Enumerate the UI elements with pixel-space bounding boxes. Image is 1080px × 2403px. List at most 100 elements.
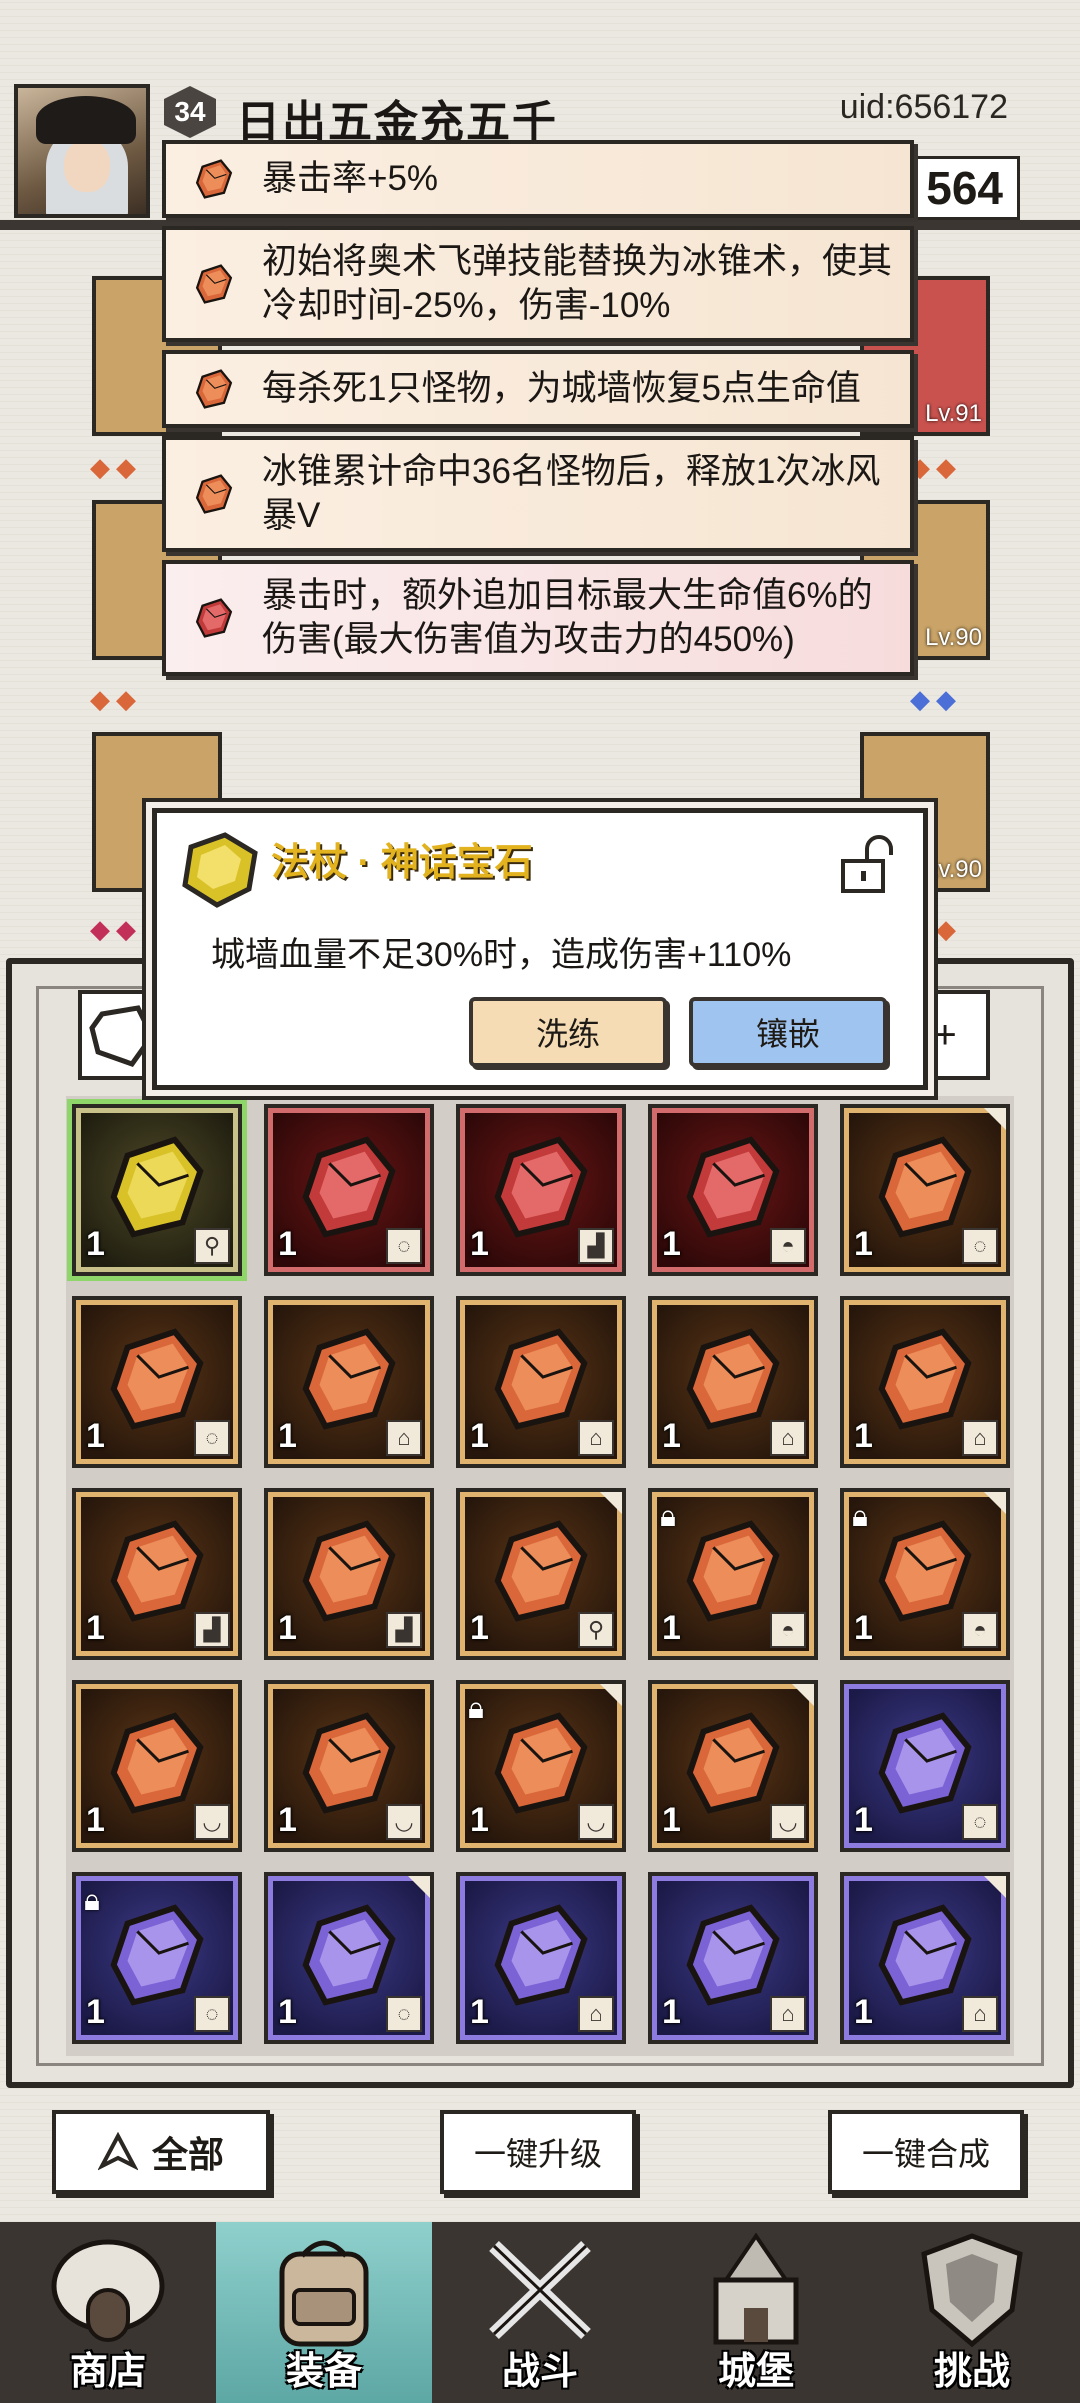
- upgrade-all-button[interactable]: 一键升级: [440, 2110, 636, 2194]
- effect-item: 冰锥累计命中36名怪物后，释放1次冰风暴V: [162, 436, 914, 552]
- nav-label: 城堡: [717, 2351, 794, 2393]
- armor-icon: ⌂: [578, 1996, 614, 2032]
- gem-count: 1: [278, 1417, 297, 1455]
- gem-cell[interactable]: 🔒︎ 1 ◡: [456, 1680, 626, 1852]
- orange-gem-icon: [188, 261, 240, 307]
- gem-count: 1: [86, 1417, 105, 1455]
- gem-cell[interactable]: 1 ⌂: [840, 1296, 1010, 1468]
- hat-icon: ◓: [770, 1612, 806, 1648]
- effect-item: 初始将奥术飞弹技能替换为冰锥术，使其冷却时间-25%，伤害-10%: [162, 226, 914, 342]
- gem-cell[interactable]: 1 ⌂: [456, 1296, 626, 1468]
- gem-socket-dots: ◆◆: [910, 452, 962, 482]
- backpack-icon: [254, 2230, 394, 2350]
- gem-count: 1: [854, 1993, 873, 2031]
- popup-description: 城墙血量不足30%时，造成伤害+110%: [211, 936, 792, 974]
- gem-count: 1: [86, 1225, 105, 1263]
- gem-cell[interactable]: 1 ▟: [456, 1104, 626, 1276]
- gem-cell[interactable]: 1 ◡: [264, 1680, 434, 1852]
- ring-icon: ◌: [386, 1996, 422, 2032]
- gem-cell[interactable]: 1 ⌂: [264, 1296, 434, 1468]
- effect-text: 暴击率+5%: [262, 159, 439, 198]
- gem-cell[interactable]: 1 ⌂: [648, 1872, 818, 2044]
- gem-cell[interactable]: 1 ◓: [648, 1104, 818, 1276]
- orange-gem-icon: [188, 156, 240, 202]
- gem-cell[interactable]: 1 ⌂: [456, 1872, 626, 2044]
- gem-socket-dots: ◆◆: [90, 452, 142, 482]
- necklace-icon: ◡: [194, 1804, 230, 1840]
- player-avatar[interactable]: [14, 84, 150, 218]
- equip-level-label: Lv.91: [925, 400, 982, 427]
- triangle-filter-icon: [97, 2132, 138, 2171]
- gem-count: 1: [854, 1801, 873, 1839]
- necklace-icon: ◡: [578, 1804, 614, 1840]
- merge-all-button[interactable]: 一键合成: [828, 2110, 1024, 2194]
- armor-icon: ⌂: [578, 1420, 614, 1456]
- corner-marker: [984, 1108, 1006, 1130]
- gem-cell[interactable]: 1 ▟: [264, 1488, 434, 1660]
- gem-count: 1: [854, 1609, 873, 1647]
- gem-cell[interactable]: 🔒︎ 1 ◓: [840, 1488, 1010, 1660]
- nav-item-backpack[interactable]: 装备: [216, 2222, 432, 2403]
- gem-cell[interactable]: 1 ⚲: [456, 1488, 626, 1660]
- corner-marker: [984, 1492, 1006, 1514]
- effect-text: 初始将奥术飞弹技能替换为冰锥术，使其冷却时间-25%，伤害-10%: [262, 242, 893, 325]
- gem-cell[interactable]: 1 ⌂: [840, 1872, 1010, 2044]
- gem-count: 1: [854, 1225, 873, 1263]
- nav-label: 商店: [69, 2351, 146, 2393]
- nav-item-shield[interactable]: 挑战: [864, 2222, 1080, 2403]
- gem-count: 1: [470, 1225, 489, 1263]
- nav-item-swords[interactable]: 战斗: [432, 2222, 648, 2403]
- gem-count: 1: [662, 1225, 681, 1263]
- gold-gem-icon: [182, 832, 258, 908]
- gem-cell[interactable]: 1 ⌂: [648, 1296, 818, 1468]
- gem-count: 1: [470, 1801, 489, 1839]
- orange-gem-icon: [188, 471, 240, 517]
- armor-icon: ⌂: [770, 1420, 806, 1456]
- gem-count: 1: [470, 1609, 489, 1647]
- gem-cell[interactable]: 1 ▟: [72, 1488, 242, 1660]
- gem-count: 1: [278, 1609, 297, 1647]
- nav-item-castle[interactable]: 城堡: [648, 2222, 864, 2403]
- ring-icon: ◌: [194, 1996, 230, 2032]
- gem-cell[interactable]: 1 ◡: [648, 1680, 818, 1852]
- nav-item-shop[interactable]: 商店: [0, 2222, 216, 2403]
- filter-all-label: 全部: [151, 2134, 224, 2175]
- gem-cell[interactable]: 1 ⚲: [67, 1099, 247, 1281]
- castle-icon: [686, 2230, 826, 2350]
- ring-icon: ◌: [386, 1228, 422, 1264]
- gem-cell[interactable]: 1 ◌: [264, 1104, 434, 1276]
- armor-icon: ⌂: [962, 1996, 998, 2032]
- nav-label: 装备: [285, 2351, 362, 2393]
- staff-icon: ⚲: [194, 1228, 230, 1264]
- gem-count: 1: [854, 1417, 873, 1455]
- gem-effects-list: 暴击率+5% 初始将奥术飞弹技能替换为冰锥术，使其冷却时间-25%，伤害-10% 每…: [162, 140, 914, 684]
- hat-icon: ◓: [770, 1228, 806, 1264]
- gem-cell[interactable]: 1 ◡: [72, 1680, 242, 1852]
- gem-cell[interactable]: 1 ◌: [72, 1296, 242, 1468]
- gem-cell[interactable]: 1 ◌: [840, 1680, 1010, 1852]
- gem-cell[interactable]: 1 ◌: [840, 1104, 1010, 1276]
- shield-icon: [902, 2230, 1042, 2350]
- inlay-button[interactable]: 镶嵌: [689, 997, 887, 1067]
- effect-item: 暴击时，额外追加目标最大生命值6%的伤害(最大伤害值为攻击力的450%): [162, 560, 914, 676]
- effect-item: 暴击率+5%: [162, 140, 914, 218]
- wash-button[interactable]: 洗练: [469, 997, 667, 1067]
- unlock-icon[interactable]: [837, 833, 897, 895]
- gem-cell[interactable]: 🔒︎ 1 ◓: [648, 1488, 818, 1660]
- player-uid: uid:656172: [839, 88, 1008, 126]
- lock-icon: 🔒︎: [468, 1692, 484, 1725]
- lock-icon: 🔒︎: [852, 1500, 868, 1533]
- gem-cell[interactable]: 1 ◌: [264, 1872, 434, 2044]
- red-gem-icon: [188, 595, 240, 641]
- hat-icon: ◓: [962, 1612, 998, 1648]
- armor-icon: ⌂: [770, 1996, 806, 2032]
- gem-count: 1: [278, 1225, 297, 1263]
- shop-icon: [38, 2230, 178, 2350]
- armor-icon: ⌂: [962, 1420, 998, 1456]
- gem-cell[interactable]: 🔒︎ 1 ◌: [72, 1872, 242, 2044]
- filter-all-button[interactable]: 全部: [52, 2110, 270, 2194]
- gem-count: 1: [662, 1801, 681, 1839]
- boot-icon: ▟: [386, 1612, 422, 1648]
- gem-count: 1: [662, 1993, 681, 2031]
- popup-title: 法杖 · 神话宝石: [271, 842, 533, 884]
